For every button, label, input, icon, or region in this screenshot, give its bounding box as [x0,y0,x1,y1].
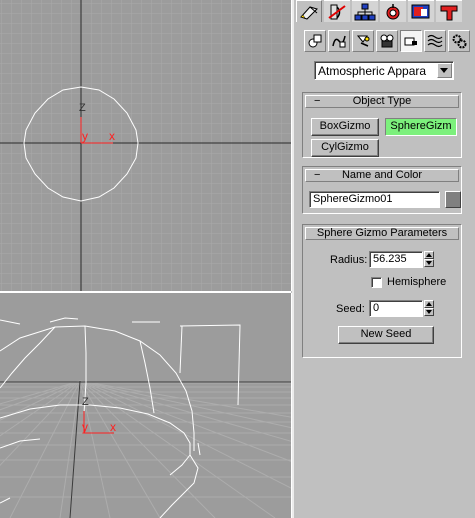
subcategory-dropdown[interactable]: Atmospheric Appara [314,61,454,80]
new-seed-button[interactable]: New Seed [338,326,434,344]
name-and-color-title: Name and Color [341,169,423,181]
top-viewport[interactable]: Z y x [0,0,292,291]
cylgizmo-button[interactable]: CylGizmo [311,139,379,157]
y-axis-label: y [82,129,88,143]
systems-icon [452,34,467,49]
spinner-down-icon[interactable] [424,259,434,267]
motion-icon [386,3,400,19]
hierarchy-tab[interactable] [352,0,378,22]
subcategory-value: Atmospheric Appara [318,64,427,78]
display-tab[interactable] [408,0,434,22]
systems-button[interactable] [448,30,470,52]
helpers-button[interactable] [400,30,422,52]
geometry-icon [308,34,322,48]
seed-spinner[interactable] [424,300,434,317]
spheregizmo-button[interactable]: SphereGizm [385,118,457,136]
name-and-color-rollout: − Name and Color SphereGizmo01 [302,166,462,214]
display-icon [411,4,430,18]
object-name-field[interactable]: SphereGizmo01 [309,191,440,208]
perspective-viewport[interactable]: Z y x [0,293,292,518]
modify-icon [328,4,346,19]
collapse-icon[interactable]: − [314,170,320,181]
z-axis-label: Z [79,102,86,114]
radius-label: Radius: [330,254,368,266]
create-icon [300,5,318,20]
space-warps-icon [427,34,443,48]
helpers-icon [404,37,417,46]
command-panel: Atmospheric Appara − Object Type BoxGizm… [292,0,475,518]
top-viewport-canvas: Z y x [0,0,291,291]
boxgizmo-button[interactable]: BoxGizmo [311,118,379,136]
sphere-gizmo-parameters-rollout: Sphere Gizmo Parameters Radius: 56.235 H… [302,224,462,358]
lights-button[interactable] [352,30,374,52]
x-axis-label: x [109,129,115,143]
command-panel-tabs [294,0,475,22]
x-axis-label: x [110,420,116,434]
hemisphere-label: Hemisphere [387,276,447,288]
object-color-swatch[interactable] [445,191,461,208]
space-warps-button[interactable] [424,30,446,52]
object-type-rollout: − Object Type BoxGizmo SphereGizm CylGiz… [302,92,462,158]
radius-spinner[interactable] [424,251,434,268]
create-tab[interactable] [296,0,322,22]
object-type-header[interactable]: − Object Type [305,95,459,108]
perspective-viewport-canvas: Z y x [0,293,291,518]
seed-field[interactable]: 0 [369,300,423,317]
cameras-button[interactable] [376,30,398,52]
lights-icon [356,35,370,47]
spinner-up-icon[interactable] [424,251,434,259]
motion-tab[interactable] [380,0,406,22]
radius-field[interactable]: 56.235 [369,251,423,268]
dropdown-arrow-icon[interactable] [437,63,452,78]
collapse-icon[interactable]: − [314,96,320,107]
shapes-icon [332,35,346,48]
hemisphere-checkbox[interactable] [371,277,382,288]
spinner-down-icon[interactable] [424,308,434,316]
spinner-up-icon[interactable] [424,300,434,308]
utilities-tab[interactable] [436,0,462,22]
z-axis-label: Z [82,396,89,408]
name-and-color-header[interactable]: − Name and Color [305,169,459,182]
shapes-button[interactable] [328,30,350,52]
geometry-button[interactable] [304,30,326,52]
sphere-gizmo-parameters-header[interactable]: Sphere Gizmo Parameters [305,227,459,240]
object-type-title: Object Type [352,95,412,107]
camera-icon [380,34,394,48]
hierarchy-icon [354,3,376,20]
sphere-gizmo-parameters-title: Sphere Gizmo Parameters [316,227,448,239]
utilities-icon [440,5,458,20]
modify-tab[interactable] [324,0,350,22]
seed-label: Seed: [336,303,365,315]
y-axis-label: y [82,420,88,434]
